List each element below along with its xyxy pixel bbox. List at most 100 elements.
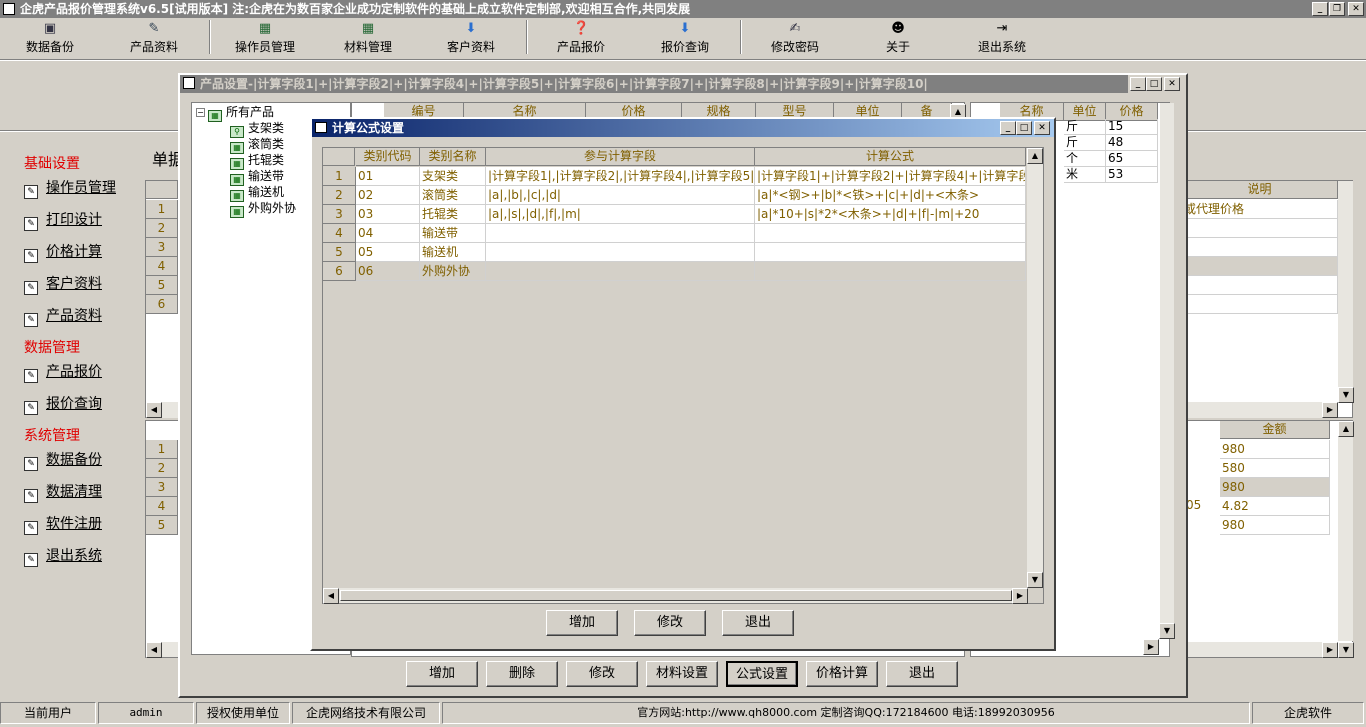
scroll-left-icon[interactable]: ◀ <box>146 402 162 418</box>
formula-cell-fields[interactable] <box>486 243 755 262</box>
formula-cell-fields[interactable]: |a|,|s|,|d|,|f|,|m| <box>486 205 755 224</box>
scroll-up-icon[interactable]: ▲ <box>1338 421 1354 437</box>
formula-cell-code[interactable]: 02 <box>356 186 420 205</box>
product-price-calc-button[interactable]: 价格计算 <box>806 661 878 687</box>
scroll-left-icon[interactable]: ◀ <box>146 642 162 658</box>
minimize-icon[interactable]: _ <box>1312 2 1328 16</box>
scroll-down-icon[interactable]: ▼ <box>1159 623 1175 639</box>
minimize-icon[interactable]: _ <box>1130 77 1146 91</box>
v-scrollbar[interactable] <box>1338 181 1353 402</box>
formula-cell-code[interactable]: 03 <box>356 205 420 224</box>
formula-window-title: 计算公式设置 <box>312 119 1054 137</box>
product-formula-settings-button[interactable]: 公式设置 <box>726 661 798 687</box>
nav-item-backup[interactable]: ✎ 数据备份 <box>24 449 102 471</box>
formula-cell-code[interactable]: 01 <box>356 167 420 186</box>
formula-cell-formula[interactable]: |a|*<钢>+|b|*<铁>+|c|+|d|+<木条> <box>755 186 1026 205</box>
nav-item-exit[interactable]: ✎ 退出系统 <box>24 545 102 567</box>
formula-exit-button[interactable]: 退出 <box>722 610 794 636</box>
tree-item[interactable]: ▦ 外购外协 <box>230 200 296 218</box>
scroll-down-icon[interactable]: ▼ <box>1338 642 1354 658</box>
formula-cell-name[interactable]: 滚筒类 <box>420 186 486 205</box>
scroll-right-icon[interactable]: ▶ <box>1322 402 1338 418</box>
scroll-left-icon[interactable]: ◀ <box>323 588 339 604</box>
maximize-icon[interactable]: □ <box>1016 121 1032 135</box>
v-scrollbar[interactable] <box>1027 148 1043 588</box>
toolbar-customer-button[interactable]: ⬇ 客户资料 <box>440 22 502 58</box>
toolbar-material-button[interactable]: ▦ 材料管理 <box>338 22 398 58</box>
app-title-bar: 企虎产品报价管理系统v6.5[试用版本] 注:企虎在为数百家企业成功定制软件的基… <box>0 0 1366 18</box>
person-icon: ☻ <box>891 21 905 36</box>
formula-add-button[interactable]: 增加 <box>546 610 618 636</box>
product-exit-button[interactable]: 退出 <box>886 661 958 687</box>
nav-item-clean[interactable]: ✎ 数据清理 <box>24 481 102 503</box>
formula-cell-fields[interactable] <box>486 262 755 281</box>
close-icon[interactable]: ✕ <box>1348 2 1364 16</box>
desc-cell <box>1182 276 1338 295</box>
product-delete-button[interactable]: 删除 <box>486 661 558 687</box>
nav-group-data: 数据管理 <box>24 340 80 356</box>
row-number: 4 <box>146 257 178 276</box>
scroll-right-icon[interactable]: ▶ <box>1012 588 1028 604</box>
status-current-user-label: 当前用户 <box>0 702 96 724</box>
nav-item-quote-query[interactable]: ✎ 报价查询 <box>24 393 102 415</box>
nav-item-product[interactable]: ✎ 产品资料 <box>24 305 102 327</box>
maximize-icon[interactable]: □ <box>1146 77 1162 91</box>
material-unit: 斤 <box>1064 135 1106 151</box>
formula-cell-code[interactable]: 05 <box>356 243 420 262</box>
status-licensed-label: 授权使用单位 <box>196 702 290 724</box>
row-number: 5 <box>323 243 356 262</box>
toolbar-quote-button[interactable]: ❓ 产品报价 <box>550 22 612 58</box>
toolbar-backup-button[interactable]: ▣ 数据备份 <box>20 22 80 58</box>
nav-item-customer[interactable]: ✎ 客户资料 <box>24 273 102 295</box>
formula-cell-formula[interactable] <box>755 243 1026 262</box>
product-material-settings-button[interactable]: 材料设置 <box>646 661 718 687</box>
nav-item-operator[interactable]: ✎ 操作员管理 <box>24 177 116 199</box>
close-icon[interactable]: ✕ <box>1034 121 1050 135</box>
minimize-icon[interactable]: _ <box>1000 121 1016 135</box>
edit-icon: ✍ <box>789 21 801 36</box>
scroll-right-icon[interactable]: ▶ <box>1143 639 1159 655</box>
product-edit-button[interactable]: 修改 <box>566 661 638 687</box>
toolbar-operator-button[interactable]: ▦ 操作员管理 <box>228 22 302 58</box>
formula-cell-name[interactable]: 支架类 <box>420 167 486 186</box>
nav-item-print-design[interactable]: ✎ 打印设计 <box>24 209 102 231</box>
product-add-button[interactable]: 增加 <box>406 661 478 687</box>
toolbar-exit-button[interactable]: ⇥ 退出系统 <box>970 22 1034 58</box>
note-icon: ✎ <box>24 489 38 503</box>
row-number: 2 <box>146 459 178 478</box>
formula-cell-fields[interactable]: |a|,|b|,|c|,|d| <box>486 186 755 205</box>
formula-cell-name[interactable]: 输送带 <box>420 224 486 243</box>
scroll-up-icon[interactable]: ▲ <box>1027 148 1043 164</box>
formula-cell-fields[interactable]: |计算字段1|,|计算字段2|,|计算字段4|,|计算字段5|,|计 <box>486 167 755 186</box>
row-number: 3 <box>146 478 178 497</box>
collapse-icon[interactable]: − <box>196 108 205 117</box>
formula-edit-button[interactable]: 修改 <box>634 610 706 636</box>
formula-cell-fields[interactable] <box>486 224 755 243</box>
scroll-right-icon[interactable]: ▶ <box>1322 642 1338 658</box>
restore-icon[interactable]: ❐ <box>1329 2 1345 16</box>
v-scrollbar[interactable] <box>1338 421 1353 641</box>
formula-cell-code[interactable]: 06 <box>356 262 420 281</box>
formula-cell-formula[interactable]: |a|*10+|s|*2*<木条>+|d|+|f|-|m|+20 <box>755 205 1026 224</box>
toolbar-product-info-button[interactable]: ✎ 产品资料 <box>122 22 186 58</box>
close-icon[interactable]: ✕ <box>1164 77 1180 91</box>
toolbar-about-button[interactable]: ☻ 关于 <box>880 22 916 58</box>
toolbar-separator <box>526 20 528 54</box>
formula-cell-name[interactable]: 输送机 <box>420 243 486 262</box>
scroll-thumb[interactable] <box>340 590 1012 601</box>
formula-cell-code[interactable]: 04 <box>356 224 420 243</box>
main-toolbar: ▣ 数据备份 ✎ 产品资料 ▦ 操作员管理 ▦ 材料管理 ⬇ 客户资料 ❓ 产品… <box>0 18 1366 58</box>
formula-cell-formula[interactable] <box>755 224 1026 243</box>
formula-cell-formula[interactable] <box>755 262 1026 281</box>
toolbar-quote-query-button[interactable]: ⬇ 报价查询 <box>654 22 716 58</box>
formula-cell-formula[interactable]: |计算字段1|+|计算字段2|+|计算字段4|+|计算字段5|+ <box>755 167 1026 186</box>
nav-item-price-calc[interactable]: ✎ 价格计算 <box>24 241 102 263</box>
scroll-down-icon[interactable]: ▼ <box>1338 387 1354 403</box>
nav-item-register[interactable]: ✎ 软件注册 <box>24 513 102 535</box>
v-scrollbar[interactable] <box>1160 103 1174 639</box>
toolbar-change-password-button[interactable]: ✍ 修改密码 <box>764 22 826 58</box>
nav-item-quote[interactable]: ✎ 产品报价 <box>24 361 102 383</box>
formula-cell-name[interactable]: 托辊类 <box>420 205 486 224</box>
scroll-down-icon[interactable]: ▼ <box>1027 572 1043 588</box>
formula-cell-name[interactable]: 外购外协 <box>420 262 486 281</box>
